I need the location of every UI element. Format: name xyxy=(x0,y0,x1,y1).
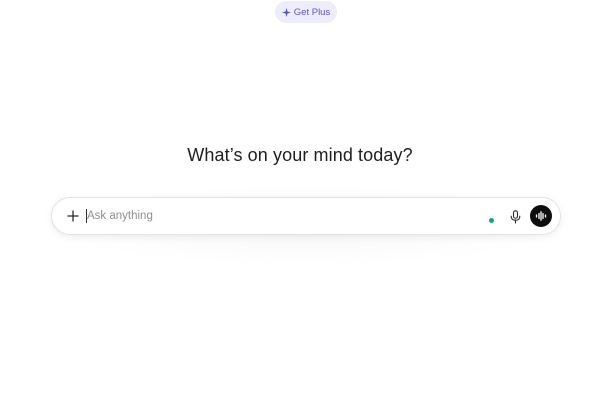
sparkle-icon xyxy=(281,7,291,17)
voice-mode-button[interactable] xyxy=(530,205,552,227)
microphone-icon xyxy=(510,209,520,224)
voice-waveform-icon xyxy=(535,211,547,221)
prompt-composer xyxy=(51,197,561,235)
status-dot xyxy=(489,218,494,223)
get-plus-button[interactable]: Get Plus xyxy=(275,1,337,23)
plus-icon xyxy=(67,210,79,222)
get-plus-label: Get Plus xyxy=(293,6,331,18)
page-heading: What’s on your mind today? xyxy=(187,145,413,165)
attach-button[interactable] xyxy=(64,207,82,225)
dictate-button[interactable] xyxy=(507,208,523,225)
chat-home-page: Get Plus What’s on your mind today? xyxy=(0,0,600,420)
prompt-input[interactable] xyxy=(87,206,467,226)
